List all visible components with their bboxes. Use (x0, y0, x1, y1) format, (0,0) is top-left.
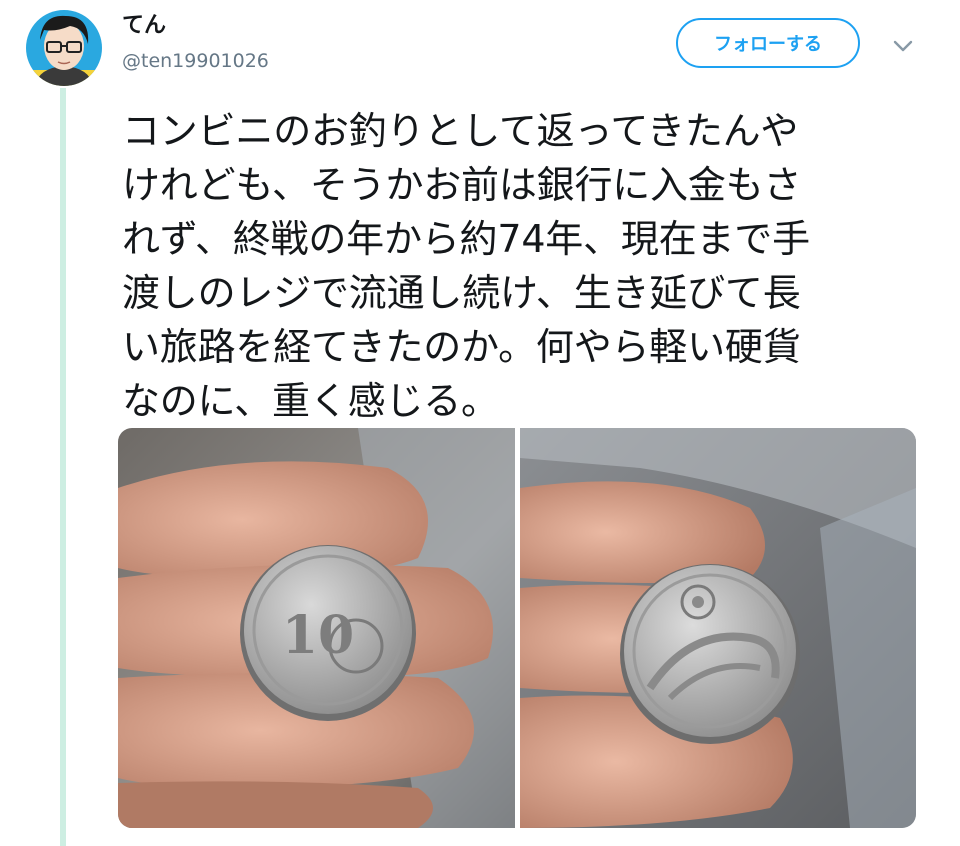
follow-button[interactable]: フォローする (676, 18, 860, 68)
author-name[interactable]: てん (122, 12, 166, 40)
tweet-text-line: れず、終戦の年から約74年、現在まで手 (122, 217, 810, 261)
tweet-text: コンビニのお釣りとして返ってきたんや けれども、そうかお前は銀行に入金もさ れず… (122, 104, 922, 428)
avatar[interactable] (26, 10, 102, 86)
avatar-illustration (26, 10, 102, 86)
photo-coin-front[interactable]: 10 (118, 428, 515, 828)
tweet-text-line: けれども、そうかお前は銀行に入金もさ (122, 163, 802, 207)
tweet-text-line: 渡しのレジで流通し続け、生き延びて長 (122, 271, 801, 315)
author-handle[interactable]: @ten19901026 (122, 48, 269, 74)
photo-coin-back[interactable] (520, 428, 916, 828)
tweet-media-grid: 10 (118, 428, 916, 828)
coin-numeral: 10 (282, 605, 354, 666)
thread-line (60, 88, 66, 846)
tweet-text-line: い旅路を経てきたのか。何やら軽い硬貨 (122, 325, 801, 369)
chevron-down-icon[interactable] (892, 38, 914, 52)
tweet-text-line: なのに、重く感じる。 (122, 379, 499, 423)
tweet-text-line: コンビニのお釣りとして返ってきたんや (122, 109, 799, 153)
